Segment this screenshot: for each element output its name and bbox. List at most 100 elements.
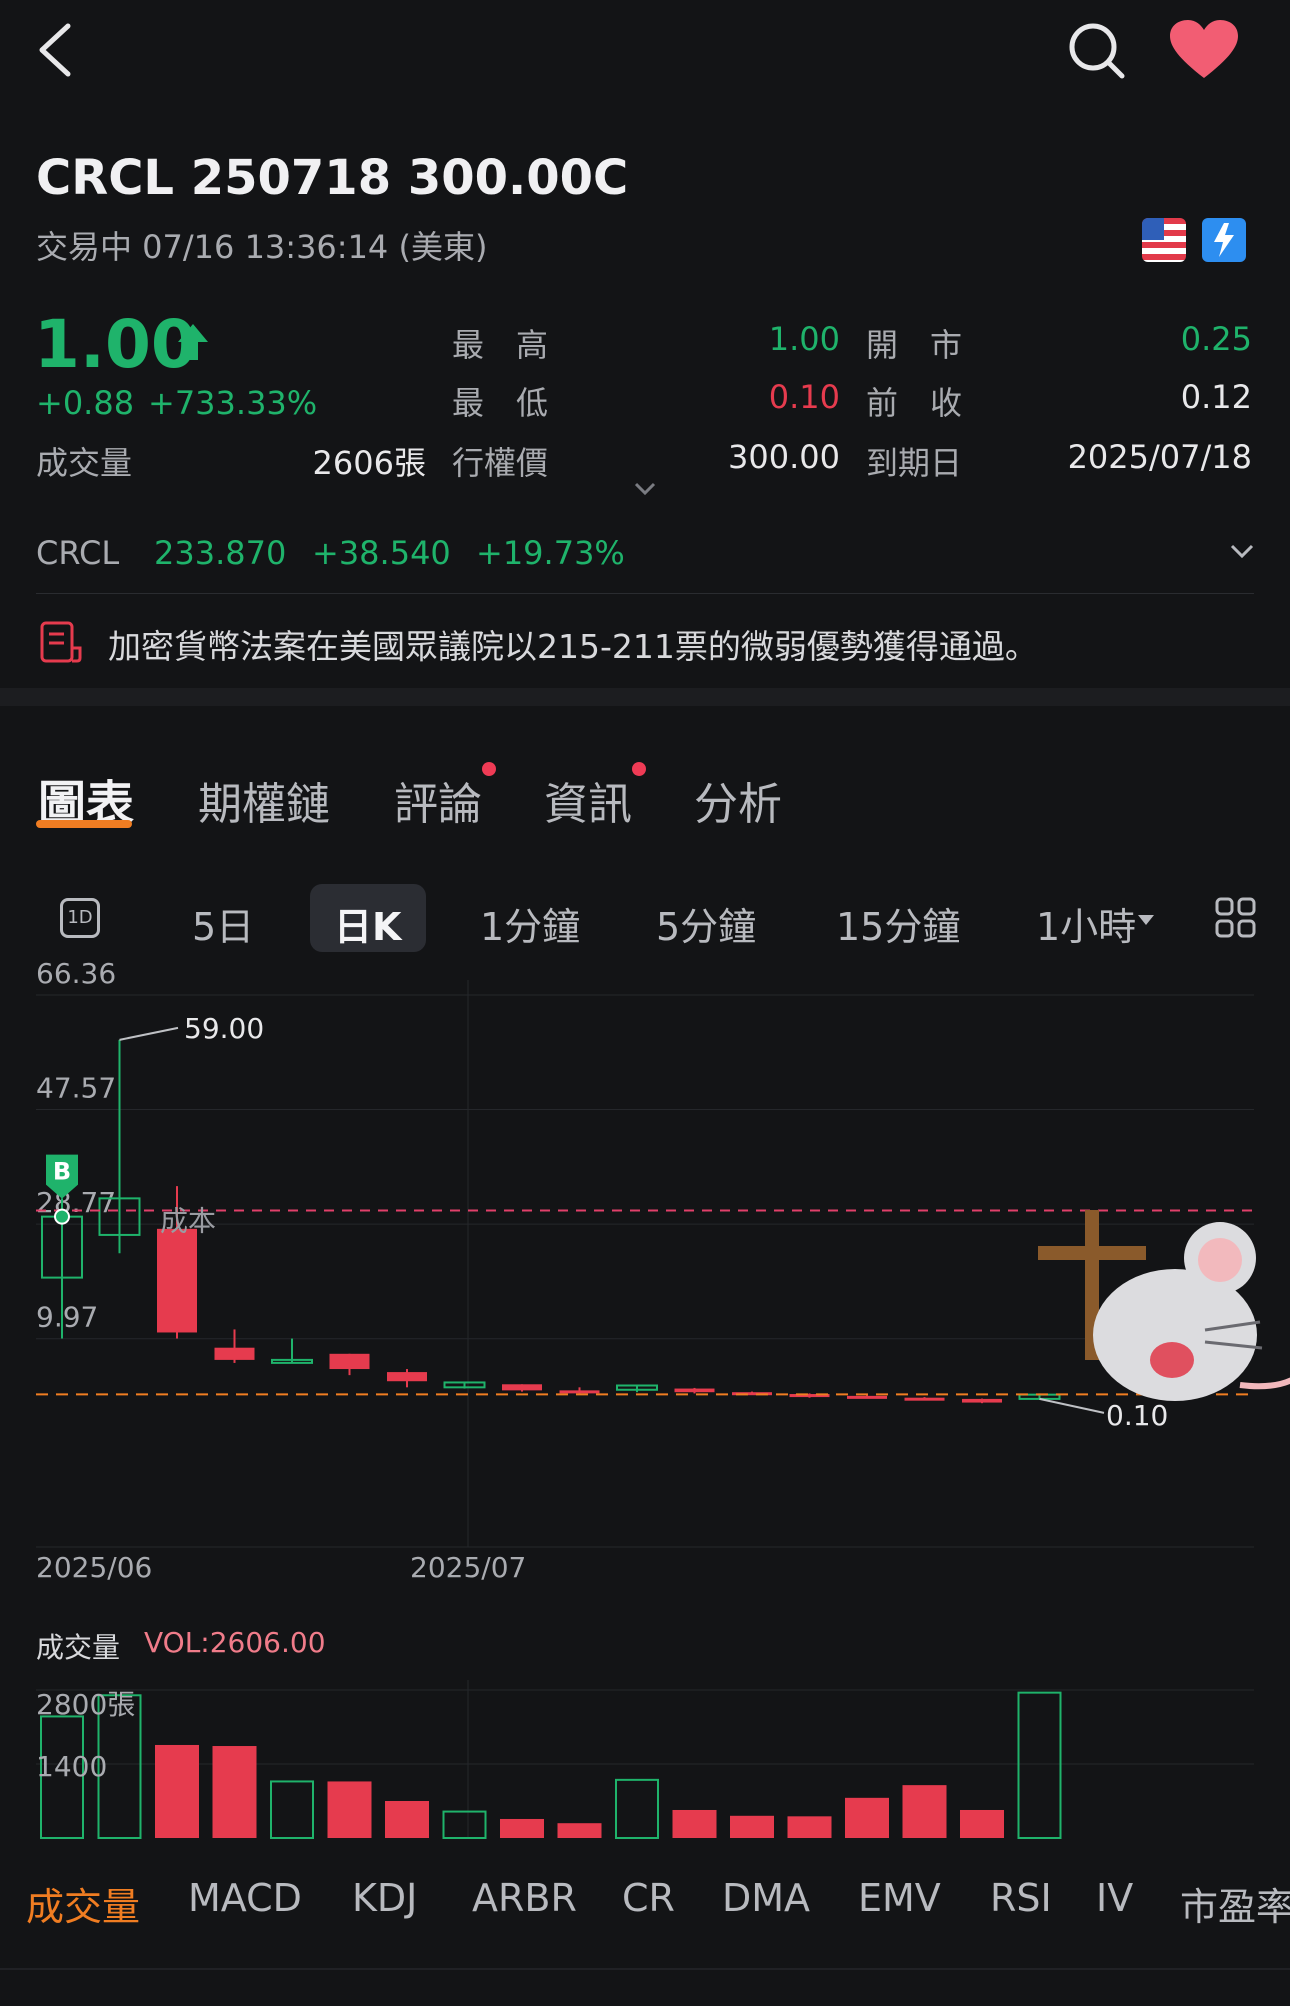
prev-close-label: 前 收 [866, 384, 963, 422]
favorite-button[interactable] [1168, 18, 1240, 82]
section-separator [0, 688, 1290, 706]
volume-bar [327, 1781, 372, 1838]
underlying-change-pct: +19.73% [476, 534, 625, 572]
open-label: 開 市 [866, 326, 963, 364]
trading-status: 交易中 07/16 13:36:14 (美東) [36, 228, 488, 266]
underlying-price: 233.870 [154, 534, 287, 572]
expand-quote-button[interactable] [630, 478, 660, 502]
news-badge [632, 762, 646, 776]
tab-analysis[interactable]: 分析 [694, 768, 782, 832]
underlying-symbol[interactable]: CRCL [36, 534, 119, 572]
volume-bar [902, 1785, 947, 1838]
cost-label: 成本 [160, 1205, 216, 1238]
indicator-pe[interactable]: 市盈率 [1180, 1876, 1290, 1931]
indicator-iv[interactable]: IV [1096, 1876, 1133, 1920]
candle-body [962, 1398, 1002, 1403]
period-5d[interactable]: 5日 [192, 896, 254, 951]
high-callout-line [119, 1026, 179, 1041]
volume-bar [1017, 1691, 1062, 1840]
y-tick-label: 66.36 [36, 960, 116, 990]
volume-chart[interactable]: 2800張 1400 [0, 1670, 1290, 1850]
candle-body [387, 1372, 427, 1382]
chevron-down-icon [1230, 544, 1254, 559]
indicator-rsi[interactable]: RSI [990, 1876, 1052, 1920]
strike-value: 300.00 [728, 438, 840, 476]
buy-point-dot [54, 1208, 70, 1225]
volume-chart-title: 成交量 [36, 1631, 121, 1664]
period-15min[interactable]: 15分鐘 [836, 896, 960, 951]
strike-label: 行權價 [452, 444, 549, 482]
candle-body [214, 1347, 255, 1360]
tab-comments[interactable]: 評論 [394, 768, 482, 832]
news-icon [38, 620, 82, 664]
candlestick-chart[interactable]: 66.36 47.57 28.77 9.97 2025/06 2025/07 成本 59.0… [0, 960, 1290, 1600]
low-callout-line [1039, 1397, 1105, 1414]
open-value: 0.25 [1180, 320, 1252, 358]
comments-badge [482, 762, 496, 776]
volume-bar [212, 1746, 257, 1838]
indicator-kdj[interactable]: KDJ [352, 1876, 417, 1920]
indicator-cr[interactable]: CR [622, 1876, 675, 1920]
divider [36, 593, 1254, 594]
volume-label: 成交量 [36, 444, 133, 482]
realtime-level1-icon [1202, 218, 1246, 262]
underlying-change: +38.540 [312, 534, 451, 572]
contract-title: CRCL 250718 300.00C [36, 150, 629, 206]
y-tick-label: 9.97 [36, 1301, 98, 1334]
indicator-arbr[interactable]: ARBR [472, 1876, 577, 1920]
volume-chart-value: VOL:2606.00 [144, 1626, 326, 1659]
volume-bar [385, 1801, 429, 1838]
expiry-value: 2025/07/18 [1067, 438, 1252, 476]
y-tick-label: 47.57 [36, 1072, 116, 1105]
y-tick-label: 28.77 [36, 1186, 116, 1219]
period-1d-button[interactable]: 1D [60, 898, 100, 938]
x-tick-label: 2025/06 [36, 1551, 152, 1584]
news-headline[interactable]: 加密貨幣法案在美國眾議院以215-211票的微弱優勢獲得通過。 [108, 620, 1038, 668]
candle-body [502, 1384, 542, 1391]
indicator-macd[interactable]: MACD [188, 1876, 302, 1920]
volume-bar [270, 1780, 314, 1839]
candle-body [904, 1397, 945, 1401]
grid-icon [1215, 897, 1256, 938]
back-button[interactable] [30, 20, 80, 80]
bottom-divider [0, 1968, 1290, 1970]
search-button[interactable] [1066, 20, 1126, 80]
us-flag-icon [1142, 218, 1186, 262]
volume-bar [787, 1816, 832, 1838]
grid-layout-button[interactable] [1214, 896, 1258, 940]
volume-bar [500, 1818, 544, 1838]
candle-body [329, 1353, 370, 1370]
period-1hour[interactable]: 1小時 [1036, 896, 1136, 951]
active-tab-indicator [36, 820, 132, 828]
volume-bar [615, 1778, 659, 1839]
last-price: 1.00 [34, 306, 197, 383]
high-callout-label: 59.00 [184, 1012, 264, 1045]
tab-news[interactable]: 資訊 [544, 768, 632, 832]
expiry-label: 到期日 [866, 444, 963, 482]
period-5min[interactable]: 5分鐘 [656, 896, 756, 951]
volume-bar [155, 1744, 199, 1838]
price-change: +0.88 [36, 384, 135, 422]
volume-value: 2606張 [312, 444, 426, 482]
candle-body [157, 1228, 197, 1333]
tab-option-chain[interactable]: 期權鏈 [198, 768, 330, 832]
mouse-sticker-image [1038, 1210, 1290, 1401]
underlying-expand-button[interactable] [1226, 538, 1258, 566]
period-1min[interactable]: 1分鐘 [480, 896, 580, 951]
volume-bar [557, 1823, 602, 1838]
indicator-volume[interactable]: 成交量 [26, 1876, 140, 1931]
volume-bar [442, 1810, 487, 1839]
candle-body [847, 1395, 887, 1399]
buy-marker-label: B [53, 1158, 71, 1186]
chevron-down-icon [634, 482, 656, 496]
volume-bar [845, 1797, 889, 1838]
period-dropdown-icon [1136, 912, 1156, 926]
indicator-emv[interactable]: EMV [858, 1876, 941, 1920]
price-change-pct: +733.33% [148, 384, 318, 422]
indicator-dma[interactable]: DMA [722, 1876, 810, 1920]
volume-bar [730, 1815, 774, 1838]
period-daily-k[interactable]: 日K [334, 896, 401, 951]
x-tick-label: 2025/07 [410, 1551, 526, 1584]
candle-body [674, 1388, 715, 1393]
low-callout-label: 0.10 [1106, 1399, 1168, 1432]
